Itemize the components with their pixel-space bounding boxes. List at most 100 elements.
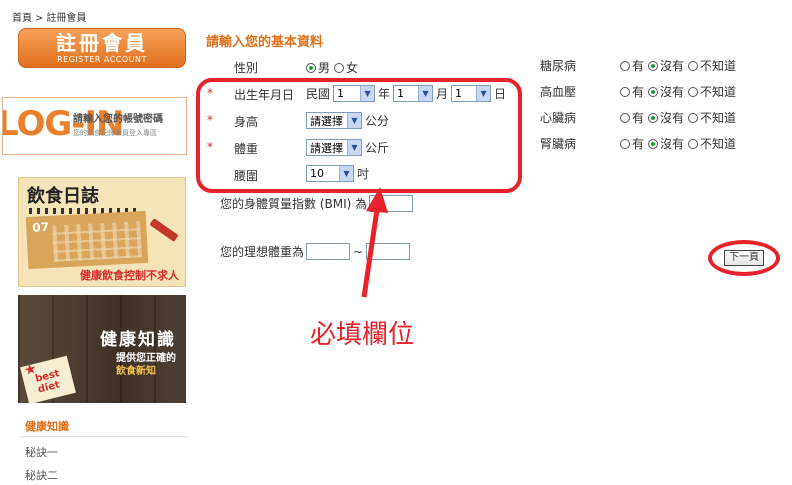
- diet-diary-tagline: 健康飲食控制不求人: [80, 269, 179, 282]
- kidney-disease-option-yes[interactable]: 有: [620, 135, 644, 152]
- login-banner[interactable]: LOG-IN 請輸入您的帳號密碼 您的飲食記錄會員登入專區: [2, 97, 187, 155]
- radio-icon: [688, 86, 699, 97]
- heart-disease-option-yes[interactable]: 有: [620, 109, 644, 126]
- login-banner-line2: 您的飲食記錄會員登入專區: [73, 129, 157, 137]
- waist-select-value: 10: [310, 167, 324, 180]
- radio-icon: [620, 138, 630, 149]
- weight-select[interactable]: 請選擇 ▼: [306, 139, 362, 156]
- chevron-down-icon: ▼: [347, 113, 361, 128]
- weight-field: 請選擇 ▼ 公斤: [306, 139, 389, 156]
- option-label: 沒有: [660, 111, 685, 125]
- weight-select-value: 請選擇: [310, 141, 343, 155]
- hypertension-label: 高血壓: [540, 85, 577, 99]
- sidebar-link-tip-2[interactable]: 秘訣二: [25, 467, 58, 483]
- breadcrumb-home[interactable]: 首頁: [12, 13, 32, 24]
- required-fields-annotation: 必填欄位: [310, 320, 415, 350]
- weight-unit: 公斤: [365, 141, 390, 155]
- heart-disease-option-no[interactable]: 沒有: [648, 109, 684, 126]
- diabetes-option-yes[interactable]: 有: [620, 57, 644, 74]
- waist-label: 腰圍: [234, 169, 259, 183]
- diabetes-label: 糖尿病: [540, 59, 577, 73]
- option-label: 有: [632, 111, 645, 125]
- chevron-down-icon: ▼: [476, 86, 491, 101]
- option-label: 有: [632, 59, 645, 73]
- waist-field: 10 ▼ 吋: [306, 165, 369, 182]
- kidney-disease-option-unknown[interactable]: 不知道: [688, 135, 736, 152]
- birthday-era: 民國: [306, 87, 331, 101]
- hypertension-option-unknown[interactable]: 不知道: [688, 83, 736, 100]
- birth-year-select[interactable]: 1 ▼: [333, 85, 376, 102]
- heart-disease-options: 有 沒有 不知道: [620, 109, 736, 126]
- radio-icon: [620, 86, 630, 97]
- calendar-illustration: 07: [25, 210, 149, 270]
- height-unit: 公分: [365, 114, 390, 128]
- pen-icon: [149, 218, 179, 242]
- radio-icon: [648, 60, 659, 71]
- ideal-weight-label: 您的理想體重為: [220, 245, 305, 259]
- kidney-disease-options: 有 沒有 不知道: [620, 135, 736, 152]
- birth-year-unit: 年: [378, 87, 391, 101]
- gender-label: 性別: [234, 61, 259, 75]
- radio-icon: [620, 112, 630, 123]
- health-knowledge-title: 健康知識: [100, 330, 176, 350]
- birth-day-value: 1: [455, 87, 463, 100]
- diabetes-option-unknown[interactable]: 不知道: [688, 57, 736, 74]
- diet-diary-title: 飲食日誌: [27, 186, 99, 207]
- form-title: 請輸入您的基本資料: [206, 35, 324, 50]
- calendar-number: 07: [31, 219, 50, 235]
- register-banner-title: 註冊會員: [56, 31, 148, 55]
- kidney-disease-label: 腎臟病: [540, 137, 577, 151]
- diabetes-options: 有 沒有 不知道: [620, 57, 736, 74]
- height-field: 請選擇 ▼ 公分: [306, 112, 389, 129]
- weight-label: 體重: [234, 142, 259, 156]
- birthday-field: 民國 1 ▼ 年 1 ▼ 月 1 ▼ 日: [306, 85, 506, 102]
- hypertension-option-no[interactable]: 沒有: [648, 83, 684, 100]
- login-banner-line1: 請輸入您的帳號密碼: [73, 114, 163, 125]
- ideal-weight-min-field[interactable]: [306, 243, 351, 260]
- gender-female-label: 女: [346, 61, 359, 75]
- radio-icon: [620, 60, 630, 71]
- birth-month-unit: 月: [436, 87, 449, 101]
- birth-month-value: 1: [397, 87, 405, 100]
- breadcrumb-current: 註冊會員: [46, 13, 87, 24]
- radio-icon: [648, 138, 659, 149]
- option-label: 不知道: [700, 59, 737, 73]
- waist-select[interactable]: 10 ▼: [306, 165, 354, 182]
- gender-field: 男 女: [306, 59, 358, 76]
- radio-icon: [688, 138, 699, 149]
- health-knowledge-line2: 飲食新知: [116, 366, 156, 377]
- chevron-down-icon: ▼: [418, 86, 433, 101]
- height-select[interactable]: 請選擇 ▼: [306, 112, 362, 129]
- diabetes-option-no[interactable]: 沒有: [648, 57, 684, 74]
- register-account-banner[interactable]: 註冊會員 REGISTER ACCOUNT: [18, 28, 186, 68]
- birth-day-select[interactable]: 1 ▼: [451, 85, 492, 102]
- health-knowledge-banner[interactable]: 健康知識 提供您正確的 飲食新知 ★ best diet: [18, 295, 186, 403]
- heart-disease-label: 心臟病: [540, 111, 577, 125]
- radio-icon: [688, 60, 699, 71]
- hypertension-option-yes[interactable]: 有: [620, 83, 644, 100]
- kidney-disease-option-no[interactable]: 沒有: [648, 135, 684, 152]
- option-label: 有: [632, 85, 645, 99]
- radio-icon: [648, 86, 659, 97]
- birth-month-select[interactable]: 1 ▼: [393, 85, 434, 102]
- sidebar-link-tip-1[interactable]: 秘訣一: [25, 444, 58, 460]
- radio-icon: [688, 112, 699, 123]
- chevron-down-icon: ▼: [360, 86, 375, 101]
- annotation-arrow-icon: [361, 187, 388, 298]
- chevron-down-icon: ▼: [347, 140, 361, 155]
- required-mark-birthday: *: [207, 86, 213, 100]
- sidebar-divider: [20, 436, 188, 437]
- gender-male-label: 男: [318, 61, 331, 75]
- waist-unit: 吋: [357, 167, 370, 181]
- next-page-button[interactable]: 下一頁: [724, 250, 764, 266]
- gender-female-radio[interactable]: [334, 62, 345, 73]
- radio-icon: [648, 112, 659, 123]
- calendar-grid: [52, 221, 142, 262]
- required-mark-weight: *: [207, 140, 213, 154]
- register-banner-subtitle: REGISTER ACCOUNT: [57, 55, 147, 64]
- diet-diary-banner[interactable]: 飲食日誌 07 健康飲食控制不求人: [18, 177, 186, 287]
- option-label: 沒有: [660, 59, 685, 73]
- height-select-value: 請選擇: [310, 114, 343, 128]
- heart-disease-option-unknown[interactable]: 不知道: [688, 109, 736, 126]
- gender-male-radio[interactable]: [306, 62, 316, 73]
